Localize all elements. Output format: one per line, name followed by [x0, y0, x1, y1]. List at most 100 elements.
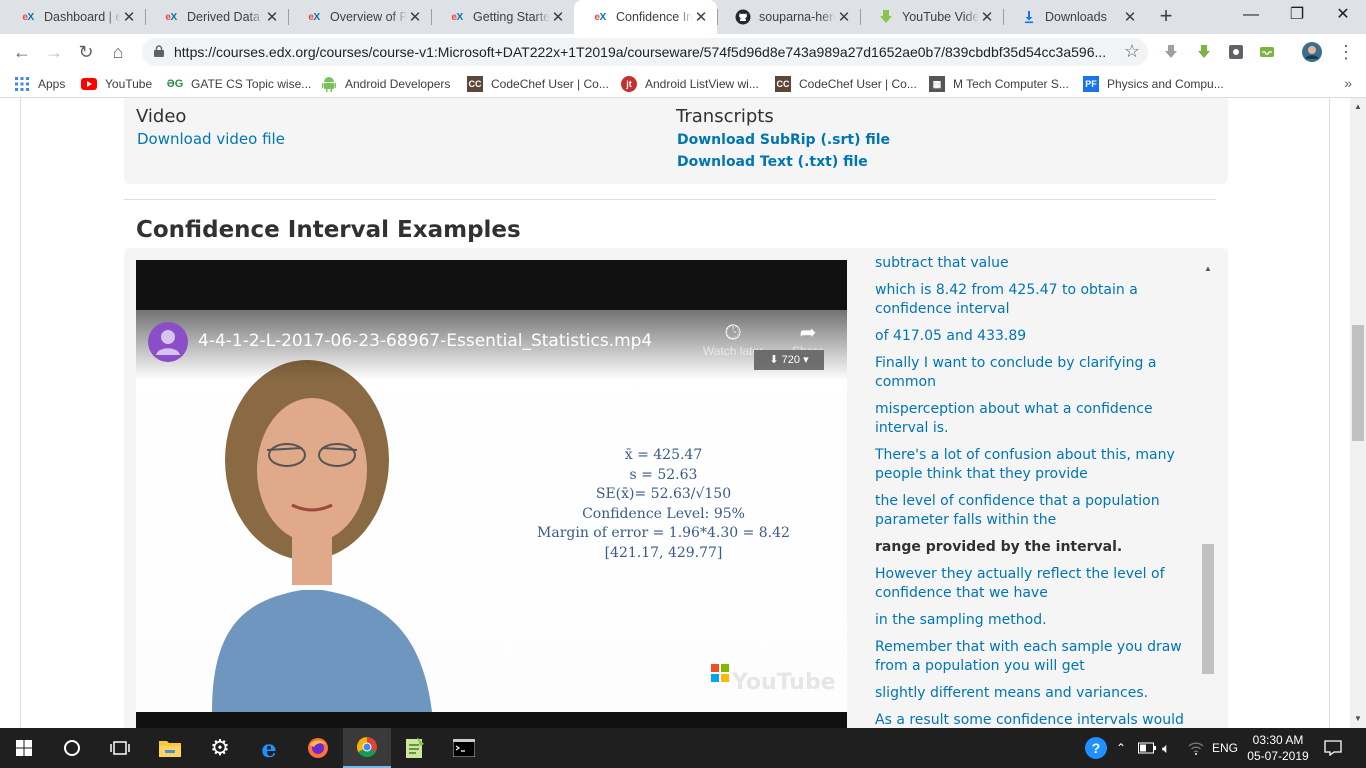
tab-downloads[interactable]: Downloads ✕	[1003, 0, 1146, 34]
menu-button[interactable]: ⋮	[1334, 40, 1358, 64]
close-tab-icon[interactable]: ✕	[693, 8, 709, 26]
close-tab-icon[interactable]: ✕	[264, 8, 280, 26]
video-heading: Video	[136, 106, 187, 127]
bookmark-android-listview[interactable]: jt Android ListView wi...	[621, 76, 759, 92]
tab-derived-data[interactable]: eX Derived Data | edX ✕	[145, 0, 288, 34]
transcript-line[interactable]: slightly different means and variances.	[875, 684, 1200, 703]
taskbar-cmd[interactable]	[440, 728, 488, 768]
home-button[interactable]: ⌂	[106, 40, 130, 64]
close-window-button[interactable]: ✕	[1320, 0, 1366, 30]
close-tab-icon[interactable]: ✕	[836, 8, 852, 26]
volume-tray-icon[interactable]: 🔈︎	[1162, 728, 1170, 768]
video-downloader-extension-icon[interactable]	[1196, 44, 1212, 60]
codechef-icon: CC	[467, 76, 483, 92]
bookmark-codechef-2[interactable]: CC CodeChef User | Co...	[775, 76, 917, 92]
tab-title: Derived Data | edX	[187, 10, 264, 24]
help-icon: ?	[1085, 737, 1107, 759]
github-icon	[735, 9, 751, 25]
bookmark-mtech[interactable]: ▦ M Tech Computer S...	[929, 76, 1069, 92]
transcript-scrollbar[interactable]: ▲	[1201, 260, 1215, 728]
new-tab-button[interactable]: +	[1154, 4, 1178, 28]
video-title[interactable]: 4-4-1-2-L-2017-06-23-68967-Essential_Sta…	[198, 331, 652, 351]
bookmark-physics[interactable]: PF Physics and Compu...	[1083, 76, 1224, 92]
close-tab-icon[interactable]: ✕	[407, 8, 423, 26]
extension-icon[interactable]	[1228, 44, 1244, 60]
page-scrollbar[interactable]: ▲ ▼	[1350, 98, 1366, 728]
bookmark-label: Physics and Compu...	[1107, 77, 1224, 91]
tab-youtube-downloader[interactable]: YouTube Video Downloader ✕	[860, 0, 1003, 34]
taskbar-file-explorer[interactable]	[146, 728, 194, 768]
restore-button[interactable]: ❐	[1274, 0, 1320, 30]
bookmark-apps[interactable]: Apps	[14, 76, 65, 92]
tab-overview[interactable]: eX Overview of Power BI ✕	[288, 0, 431, 34]
wifi-icon	[1188, 742, 1204, 755]
close-tab-icon[interactable]: ✕	[121, 8, 137, 26]
taskbar-settings[interactable]: ⚙	[196, 728, 244, 768]
profile-avatar[interactable]	[1302, 42, 1322, 62]
task-view-button[interactable]	[96, 728, 144, 768]
scroll-down-icon[interactable]: ▼	[1353, 714, 1363, 723]
taskbar-edge[interactable]: e	[245, 728, 293, 768]
transcript-line[interactable]: Remember that with each sample you draw …	[875, 638, 1200, 676]
language-indicator[interactable]: ENG	[1212, 728, 1238, 768]
quality-download-button[interactable]: ⬇ 720 ▾	[754, 350, 824, 370]
transcript-line[interactable]: of 417.05 and 433.89	[875, 327, 1200, 346]
inbox-extension-icon[interactable]	[1259, 44, 1275, 60]
video-player[interactable]: x̄ = 425.47 s = 52.63 SE(x̄)= 52.63/√150…	[136, 260, 847, 728]
minimize-button[interactable]: —	[1228, 0, 1274, 30]
back-button[interactable]: ←	[10, 40, 34, 64]
page-scroll-thumb[interactable]	[1352, 325, 1364, 441]
close-tab-icon[interactable]: ✕	[979, 8, 995, 26]
bookmark-youtube[interactable]: YouTube	[81, 76, 152, 92]
bookmark-android-developers[interactable]: Android Developers	[321, 76, 450, 92]
download-video-link[interactable]: Download video file	[137, 130, 285, 148]
address-bar[interactable]: https://courses.edx.org/courses/course-v…	[142, 38, 1148, 66]
tab-getting-started[interactable]: eX Getting Started ✕	[431, 0, 574, 34]
channel-avatar[interactable]	[148, 322, 188, 362]
bookmark-label: Apps	[38, 77, 66, 91]
taskbar-chrome[interactable]	[343, 728, 391, 768]
transcript-line[interactable]: which is 8.42 from 425.47 to obtain a co…	[875, 281, 1200, 319]
taskbar-notepad[interactable]	[391, 728, 439, 768]
tab-github[interactable]: souparna-here ✕	[717, 0, 860, 34]
transcript-line[interactable]: Finally I want to conclude by clarifying…	[875, 354, 1200, 392]
network-tray-icon[interactable]	[1188, 728, 1204, 768]
bookmark-gate[interactable]: ƏG GATE CS Topic wise...	[167, 76, 312, 92]
close-tab-icon[interactable]: ✕	[1122, 8, 1138, 26]
bookmark-codechef-1[interactable]: CC CodeChef User | Co...	[467, 76, 609, 92]
tab-dashboard[interactable]: eX Dashboard | edX ✕	[2, 0, 145, 34]
bookmark-star-icon[interactable]: ☆	[1124, 41, 1140, 62]
transcript-line[interactable]: There's a lot of confusion about this, m…	[875, 446, 1200, 484]
transcript-line[interactable]: misperception about what a confidence in…	[875, 400, 1200, 438]
taskbar-firefox[interactable]	[294, 728, 342, 768]
scroll-up-icon[interactable]: ▲	[1353, 102, 1363, 111]
download-srt-link[interactable]: Download SubRip (.srt) file	[677, 132, 890, 148]
youtube-watermark[interactable]: YouTube	[732, 670, 836, 695]
transcript-line-current[interactable]: range provided by the interval.	[875, 538, 1200, 557]
action-center-button[interactable]	[1324, 728, 1342, 768]
show-hidden-icons-button[interactable]: ⌃	[1116, 728, 1126, 768]
download-extension-icon[interactable]	[1163, 44, 1179, 60]
transcript-line[interactable]: the level of confidence that a populatio…	[875, 492, 1200, 530]
edx-icon: eX	[451, 11, 463, 23]
tab-confidence-interval[interactable]: eX Confidence Interval Examples ✕	[574, 0, 717, 34]
edx-icon: eX	[165, 11, 177, 23]
transcript-panel[interactable]: subtract that value which is 8.42 from 4…	[875, 254, 1200, 728]
download-txt-link[interactable]: Download Text (.txt) file	[677, 154, 868, 170]
reload-button[interactable]: ↻	[74, 40, 98, 64]
transcript-line[interactable]: subtract that value	[875, 254, 1200, 273]
transcript-scroll-thumb[interactable]	[1202, 544, 1214, 674]
system-clock[interactable]: 03:30 AM 05-07-2019	[1246, 732, 1310, 764]
transcript-line[interactable]: As a result some confidence intervals wo…	[875, 711, 1200, 728]
bookmarks-overflow-icon[interactable]: »	[1344, 75, 1352, 91]
forward-button[interactable]: →	[42, 40, 66, 64]
cortana-button[interactable]	[48, 728, 96, 768]
battery-tray-icon[interactable]	[1138, 728, 1156, 768]
transcript-line[interactable]: However they actually reflect the level …	[875, 565, 1200, 603]
start-button[interactable]	[0, 728, 48, 768]
close-tab-icon[interactable]: ✕	[550, 8, 566, 26]
help-tray-icon[interactable]: ?	[1084, 728, 1108, 768]
transcript-line[interactable]: in the sampling method.	[875, 611, 1200, 630]
edx-icon: eX	[22, 11, 34, 23]
scroll-up-icon[interactable]: ▲	[1203, 264, 1213, 273]
